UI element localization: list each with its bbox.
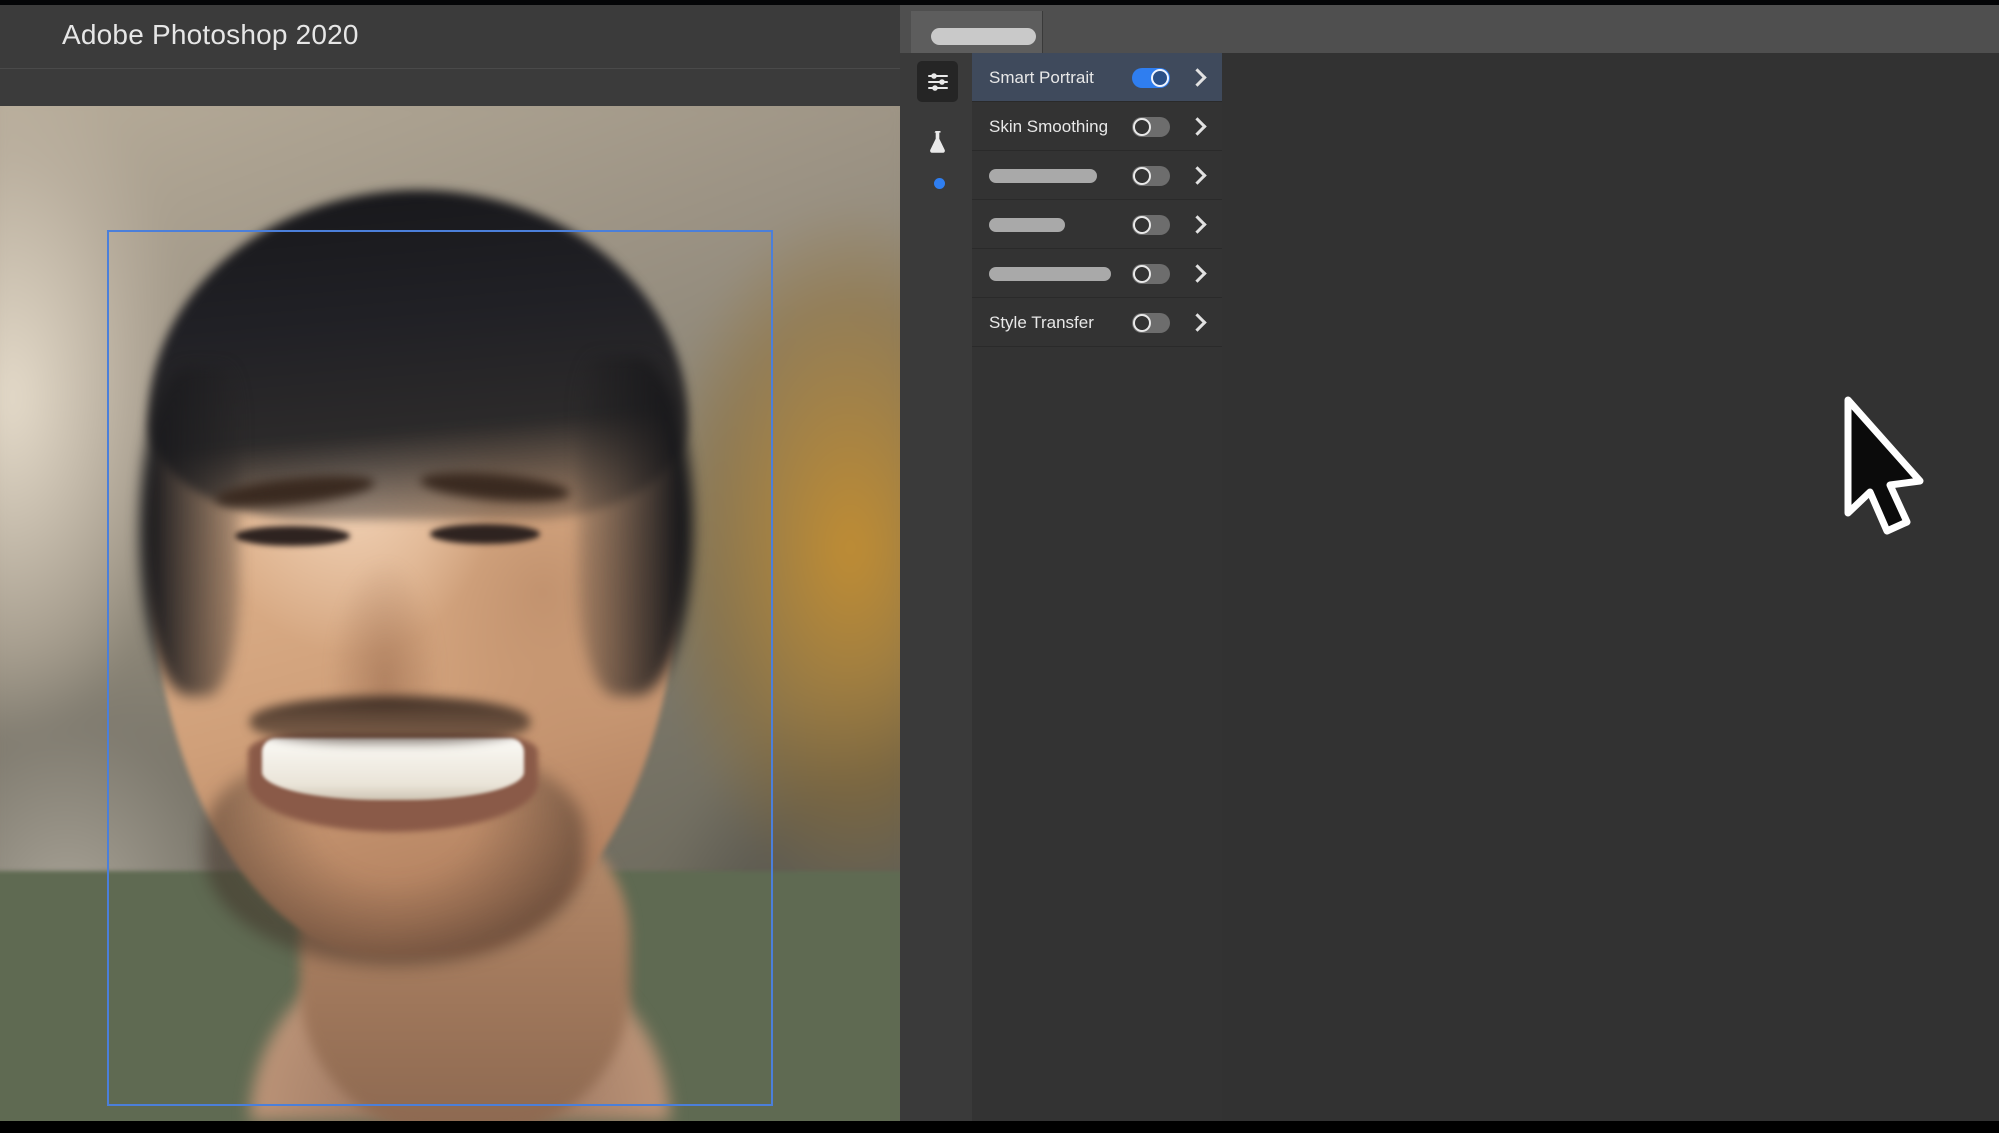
toggle-knob xyxy=(1133,118,1151,136)
chevron-right-icon[interactable] xyxy=(1188,117,1207,136)
status-dot-icon xyxy=(934,178,945,189)
title-bar: Adobe Photoshop 2020 xyxy=(0,5,900,68)
chevron-right-icon[interactable] xyxy=(1188,166,1207,185)
toggle-knob xyxy=(1133,167,1151,185)
chevron-right-icon[interactable] xyxy=(1188,215,1207,234)
filter-row[interactable] xyxy=(972,249,1222,298)
document-canvas[interactable] xyxy=(0,106,900,1121)
filter-row-label: Style Transfer xyxy=(989,313,1094,332)
filter-row-label-redacted xyxy=(989,169,1097,183)
photoshop-window: Adobe Photoshop 2020 Smart Portrait Skin… xyxy=(0,0,1999,1133)
toggle-knob xyxy=(1133,216,1151,234)
face-selection-box[interactable] xyxy=(107,230,773,1106)
panel-icon-rail xyxy=(900,53,972,1133)
filter-row[interactable]: Smart Portrait xyxy=(972,53,1222,102)
filter-toggle[interactable] xyxy=(1132,68,1170,88)
filter-toggle[interactable] xyxy=(1132,313,1170,333)
filter-row[interactable] xyxy=(972,200,1222,249)
app-title: Adobe Photoshop 2020 xyxy=(62,19,359,50)
panel-tab-active[interactable] xyxy=(911,11,1043,53)
filter-row[interactable]: Skin Smoothing xyxy=(972,102,1222,151)
chevron-right-icon[interactable] xyxy=(1188,313,1207,332)
filter-row-label-redacted xyxy=(989,218,1065,232)
neural-filters-panel: Smart Portrait Skin Smoothing Style Transf… xyxy=(900,5,1999,1133)
toggle-knob xyxy=(1151,69,1169,87)
chevron-right-icon[interactable] xyxy=(1188,68,1207,87)
filter-toggle[interactable] xyxy=(1132,264,1170,284)
flask-icon[interactable] xyxy=(917,121,958,162)
filter-toggle[interactable] xyxy=(1132,166,1170,186)
filter-row-label-redacted xyxy=(989,267,1111,281)
filter-toggle[interactable] xyxy=(1132,117,1170,137)
filter-row-label: Skin Smoothing xyxy=(989,117,1109,136)
panel-tab-label-redacted xyxy=(931,28,1036,45)
filter-row[interactable]: Style Transfer xyxy=(972,298,1222,347)
filter-toggle[interactable] xyxy=(1132,215,1170,235)
filter-row-label: Smart Portrait xyxy=(989,68,1094,87)
toggle-knob xyxy=(1133,314,1151,332)
adjustments-icon[interactable] xyxy=(917,61,958,102)
filters-list: Smart Portrait Skin Smoothing Style Transf… xyxy=(972,53,1222,1133)
panel-tab-bar xyxy=(900,5,1999,53)
toggle-knob xyxy=(1133,265,1151,283)
filter-row[interactable] xyxy=(972,151,1222,200)
menu-strip xyxy=(0,68,900,106)
chevron-right-icon[interactable] xyxy=(1188,264,1207,283)
bottom-black-bar xyxy=(0,1121,1999,1133)
